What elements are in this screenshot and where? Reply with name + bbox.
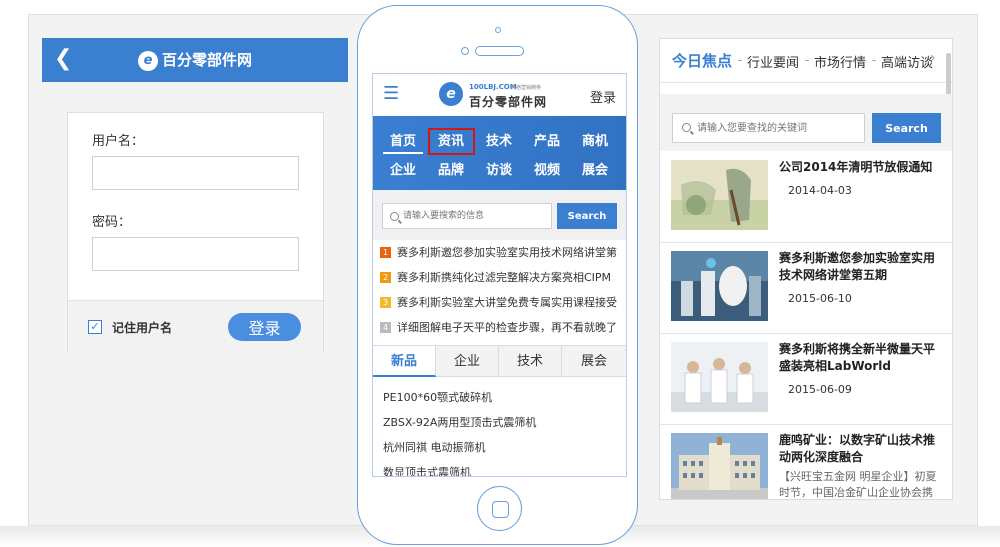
headline-item[interactable]: 1 赛多利斯邀您参加实验室实用技术网络讲堂第: [373, 240, 626, 265]
news-title: 公司2014年清明节放假通知: [779, 160, 933, 174]
search-icon: [390, 212, 399, 221]
news-date: 2015-06-10: [788, 292, 852, 305]
news-date: 2014-04-03: [788, 184, 852, 197]
headline-text: 赛多利斯邀您参加实验室实用技术网络讲堂第: [397, 246, 617, 259]
mobile-search-button[interactable]: Search: [557, 203, 617, 229]
news-search-input[interactable]: [697, 119, 859, 137]
list-item[interactable]: 数显顶击式震筛机: [383, 464, 471, 476]
tab-market[interactable]: 市场行情: [814, 52, 866, 71]
nav-item-exhibitions[interactable]: 展会: [575, 161, 615, 181]
news-title: 赛多利斯将携全新半微量天平盛装亮相LabWorld: [779, 342, 936, 373]
nav-item-products[interactable]: 产品: [527, 132, 567, 152]
username-label: 用户名：: [92, 134, 145, 149]
news-item[interactable]: 鹿鸣矿业：以数字矿山技术推动两化深度融合 【兴旺宝五金网 明星企业】初夏时节，中…: [660, 425, 952, 499]
mobile-login-link[interactable]: 登录: [590, 87, 616, 106]
news-thumbnail: [671, 342, 768, 412]
tab-companies[interactable]: 企业: [436, 346, 499, 377]
news-thumbnail: [671, 251, 768, 321]
list-item[interactable]: ZBSX-92A两用型顶击式震筛机: [383, 414, 536, 430]
brand-logo-icon: e: [439, 82, 463, 106]
news-panel: 今日焦点 - 行业要闻 - 市场行情 - 高端访谈 › Search 公司201…: [659, 38, 953, 500]
mobile-search-bar: Search: [373, 190, 626, 240]
news-title: 赛多利斯邀您参加实验室实用技术网络讲堂第五期: [779, 251, 936, 282]
rank-badge: 1: [380, 247, 391, 258]
phone-speaker: [475, 46, 524, 56]
headline-text: 赛多利斯实验室大讲堂免费专属实用课程接受: [397, 296, 617, 309]
headline-text: 详细图解电子天平的检查步骤，再不看就晚了: [397, 321, 617, 334]
mobile-category-tabs: 新品 企业 技术 展会: [373, 345, 626, 377]
headline-item[interactable]: 3 赛多利斯实验室大讲堂免费专属实用课程接受: [373, 290, 626, 315]
news-tabs: 今日焦点 - 行业要闻 - 市场行情 - 高端访谈 ›: [660, 39, 952, 83]
nav-highlight-box: [428, 128, 475, 155]
list-item[interactable]: 杭州同祺 电动振筛机: [383, 439, 486, 455]
news-item[interactable]: 赛多利斯将携全新半微量天平盛装亮相LabWorld 2015-06-09: [660, 334, 952, 425]
brand-url: 100LBJ.COM: [469, 83, 517, 91]
news-excerpt: 【兴旺宝五金网 明星企业】初夏时节，中国冶金矿山企业协会携: [779, 470, 937, 499]
nav-item-companies[interactable]: 企业: [383, 161, 423, 181]
tab-separator: -: [805, 53, 810, 67]
mobile-search-input[interactable]: [403, 207, 548, 225]
news-search-box: [672, 113, 865, 143]
list-item[interactable]: PE100*60颚式破碎机: [383, 389, 492, 405]
nav-item-tech[interactable]: 技术: [479, 132, 519, 152]
tab-tech[interactable]: 技术: [499, 346, 562, 377]
nav-item-business[interactable]: 商机: [575, 132, 615, 152]
headline-item[interactable]: 2 赛多利斯携纯化过滤完整解决方案亮相CIPM: [373, 265, 626, 290]
rank-badge: 2: [380, 272, 391, 283]
login-header: ❮ e 百分零部件网: [42, 38, 348, 82]
rank-badge: 4: [380, 322, 391, 333]
chevron-right-icon[interactable]: ›: [930, 50, 936, 66]
password-field[interactable]: [92, 237, 299, 271]
mobile-screen: ☰ e 100LBJ.COM 网络营销精英 百分零部件网 登录 首页 资讯 技术…: [372, 73, 627, 477]
brand-logo-icon: e: [137, 50, 158, 71]
username-field[interactable]: [92, 156, 299, 190]
news-thumbnail: [671, 433, 768, 499]
tab-exhibitions[interactable]: 展会: [562, 346, 626, 377]
news-date: 2015-06-09: [788, 383, 852, 396]
brand-name: 百分零部件网: [161, 51, 252, 69]
news-search-button[interactable]: Search: [872, 113, 941, 143]
login-form: 用户名： 密码： ✓ 记住用户名 登录: [67, 112, 324, 352]
news-title: 鹿鸣矿业：以数字矿山技术推动两化深度融合: [779, 433, 936, 464]
nav-item-interviews[interactable]: 访谈: [479, 161, 519, 181]
news-thumbnail: [671, 160, 768, 230]
mobile-search-box: [382, 203, 552, 229]
tab-separator: -: [738, 53, 743, 67]
password-label: 密码：: [92, 215, 132, 230]
hamburger-menu-icon[interactable]: ☰: [383, 85, 399, 103]
mobile-nav: 首页 资讯 技术 产品 商机 企业 品牌 访谈 视频 展会: [373, 116, 626, 190]
tab-industry-news[interactable]: 行业要闻: [747, 52, 799, 71]
rank-badge: 3: [380, 297, 391, 308]
brand-slogan: 网络营销精英: [511, 85, 542, 91]
tab-today-focus[interactable]: 今日焦点: [672, 50, 732, 71]
tab-separator: -: [872, 53, 877, 67]
remember-checkbox[interactable]: ✓: [88, 320, 102, 334]
nav-item-videos[interactable]: 视频: [527, 161, 567, 181]
news-item[interactable]: 赛多利斯邀您参加实验室实用技术网络讲堂第五期 2015-06-10: [660, 243, 952, 334]
phone-sensor: [461, 47, 469, 55]
news-search-bar: Search: [660, 94, 952, 151]
phone-home-button[interactable]: [477, 486, 522, 531]
nav-item-brands[interactable]: 品牌: [431, 161, 471, 181]
phone-camera: [495, 27, 501, 33]
login-footer: ✓ 记住用户名 登录: [68, 300, 323, 352]
tab-new-products[interactable]: 新品: [373, 346, 436, 377]
headline-text: 赛多利斯携纯化过滤完整解决方案亮相CIPM: [397, 271, 612, 284]
news-item[interactable]: 公司2014年清明节放假通知 2014-04-03: [660, 152, 952, 243]
nav-item-home[interactable]: 首页: [383, 132, 423, 154]
login-button[interactable]: 登录: [228, 313, 301, 341]
search-icon: [682, 123, 691, 132]
mobile-logo[interactable]: e 100LBJ.COM 网络营销精英 百分零部件网: [439, 82, 546, 110]
mobile-top-bar: ☰ e 100LBJ.COM 网络营销精英 百分零部件网 登录: [373, 74, 626, 116]
tab-interviews[interactable]: 高端访谈: [881, 52, 933, 71]
login-header-brand: e 百分零部件网: [42, 49, 348, 71]
remember-label: 记住用户名: [112, 321, 173, 335]
brand-name: 百分零部件网: [469, 95, 548, 109]
headline-item[interactable]: 4 详细图解电子天平的检查步骤，再不看就晚了: [373, 315, 626, 340]
